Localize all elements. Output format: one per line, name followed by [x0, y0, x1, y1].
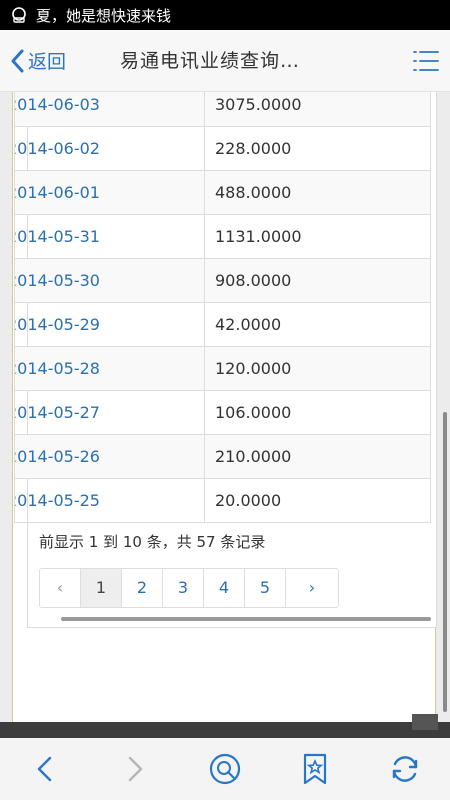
amount-cell: 908.0000: [204, 258, 431, 303]
pagination-page-1[interactable]: 1: [81, 569, 122, 607]
date-cell[interactable]: 2014-06-02: [14, 126, 205, 171]
amount-cell: 1131.0000: [204, 214, 431, 259]
amount-cell: 210.0000: [204, 434, 431, 479]
chevron-left-icon: [11, 49, 24, 72]
bookmark-button[interactable]: [295, 749, 335, 789]
browser-toolbar: [0, 738, 450, 800]
date-cell[interactable]: 2014-05-27: [14, 390, 205, 435]
pagination-page-2[interactable]: 2: [122, 569, 163, 607]
date-cell[interactable]: 2014-05-31: [14, 214, 205, 259]
pagination: ‹ 1 2 3 4 5 ›: [39, 568, 339, 608]
table-row: 2014-06-03 3075.0000: [14, 92, 431, 127]
table-row: 2014-05-27 106.0000: [14, 390, 431, 435]
table-row: 2014-05-28 120.0000: [14, 346, 431, 391]
date-cell[interactable]: 2014-05-26: [14, 434, 205, 479]
table-row: 2014-06-02 228.0000: [14, 126, 431, 171]
amount-cell: 106.0000: [204, 390, 431, 435]
amount-cell: 3075.0000: [204, 92, 431, 127]
refresh-button[interactable]: [385, 749, 425, 789]
date-cell[interactable]: 2014-05-28: [14, 346, 205, 391]
scroll-tab: [412, 714, 438, 730]
status-text: 夏，她是想快速来钱: [36, 6, 172, 25]
content-area[interactable]: 2014-06-03 3075.0000 2014-06-02 228.0000 201…: [0, 92, 450, 722]
amount-cell: 488.0000: [204, 170, 431, 215]
chevron-left-icon: [37, 756, 52, 782]
pagination-page-4[interactable]: 4: [204, 569, 245, 607]
divider-strip: [0, 714, 450, 738]
pagination-prev[interactable]: ‹: [40, 569, 81, 607]
status-bar: 夏，她是想快速来钱: [0, 0, 450, 30]
table-row: 2014-05-31 1131.0000: [14, 214, 431, 259]
amount-cell: 120.0000: [204, 346, 431, 391]
results-table: 2014-06-03 3075.0000 2014-06-02 228.0000 201…: [14, 92, 431, 523]
date-cell[interactable]: 2014-06-03: [14, 92, 205, 127]
date-cell[interactable]: 2014-06-01: [14, 170, 205, 215]
nav-bar: 返回 易通电讯业绩查询…: [0, 30, 450, 92]
table-row: 2014-06-01 488.0000: [14, 170, 431, 215]
back-label: 返回: [28, 51, 67, 73]
horizontal-scrollbar[interactable]: [61, 617, 431, 621]
vertical-scrollbar[interactable]: [443, 412, 447, 712]
browser-home-icon: [209, 753, 241, 785]
table-row: 2014-05-30 908.0000: [14, 258, 431, 303]
menu-icon[interactable]: [412, 48, 440, 74]
amount-cell: 20.0000: [204, 478, 431, 523]
chevron-right-icon: [128, 756, 143, 782]
table-row: 2014-05-29 42.0000: [14, 302, 431, 347]
pagination-page-5[interactable]: 5: [245, 569, 286, 607]
pagination-summary: 前显示 1 到 10 条，共 57 条记录: [39, 533, 266, 551]
back-nav-button[interactable]: [25, 749, 65, 789]
forward-nav-button[interactable]: [115, 749, 155, 789]
date-cell[interactable]: 2014-05-30: [14, 258, 205, 303]
page-title: 易通电讯业绩查询…: [120, 50, 301, 72]
results-card: 2014-06-03 3075.0000 2014-06-02 228.0000 201…: [12, 92, 437, 722]
pagination-next[interactable]: ›: [286, 569, 338, 607]
table-row: 2014-05-25 20.0000: [14, 478, 431, 523]
amount-cell: 42.0000: [204, 302, 431, 347]
pagination-page-3[interactable]: 3: [163, 569, 204, 607]
table-row: 2014-05-26 210.0000: [14, 434, 431, 479]
refresh-icon: [392, 756, 418, 782]
home-button[interactable]: [205, 749, 245, 789]
notification-icon: [12, 7, 26, 23]
bookmark-star-icon: [303, 753, 327, 785]
date-cell[interactable]: 2014-05-29: [14, 302, 205, 347]
back-button[interactable]: 返回: [0, 47, 100, 74]
date-cell[interactable]: 2014-05-25: [14, 478, 205, 523]
amount-cell: 228.0000: [204, 126, 431, 171]
